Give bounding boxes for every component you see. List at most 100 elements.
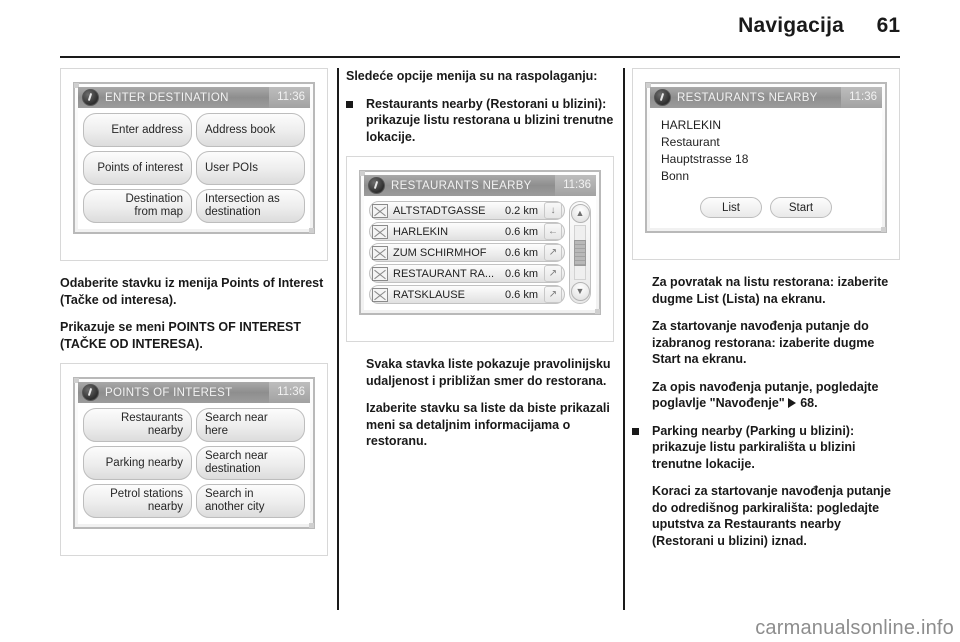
clock-display: 11:36 [841,87,882,108]
screen-title: ENTER DESTINATION [105,91,229,104]
menu-button-restaurants-nearby[interactable]: Restaurants nearby [83,408,192,442]
right-column: RESTAURANTS NEARBY 11:36 HARLEKIN Restau… [632,68,900,616]
device-frame: ENTER DESTINATION 11:36 Enter address Ad… [73,82,315,234]
menu-button-parking-nearby[interactable]: Parking nearby [83,446,192,480]
bullet-text: Parking nearby (Parking u blizini): prik… [652,423,856,471]
middle-bullet-restaurants-nearby: Restaurants nearby (Restorani u blizini)… [346,96,614,146]
middle-column: Sledeće opcije menija su na raspolaganju… [346,68,614,616]
watermark: carmanualsonline.info [755,617,954,639]
info-icon [82,384,99,401]
figure-restaurant-detail: RESTAURANTS NEARBY 11:36 HARLEKIN Restau… [632,68,900,260]
list-item-distance: 0.6 km [504,267,538,280]
table-row[interactable]: ZUM SCHIRMHOF 0.6 km ↗ [369,243,565,262]
table-row[interactable]: RESTAURANT RA... 0.6 km ↗ [369,264,565,283]
list-item-name: RESTAURANT RA... [393,267,495,280]
list-button[interactable]: List [700,197,762,218]
right-paragraph-2: Za startovanje navođenja putanje do izab… [652,319,875,366]
clock-display: 11:36 [555,175,596,196]
right-paragraph-3-text: Za opis navođenja putanje, pogledajte po… [652,379,879,411]
start-button[interactable]: Start [770,197,832,218]
right-paragraph-4: Koraci za startovanje navođenja putanje … [652,484,891,548]
list-item-name: ALTSTADTGASSE [393,204,486,217]
bullet-square-icon [632,423,652,473]
menu-button-petrol-stations-nearby[interactable]: Petrol stations nearby [83,484,192,518]
info-icon [368,177,385,194]
restaurant-icon [372,224,388,239]
device-frame: POINTS OF INTEREST 11:36 Restaurants nea… [73,377,315,529]
list-item-distance: 0.6 km [504,225,538,238]
left-column: ENTER DESTINATION 11:36 Enter address Ad… [60,68,328,616]
device-screen: Restaurants nearby Search near here Park… [78,403,310,524]
info-icon [82,89,99,106]
scrollbar-track[interactable] [574,225,586,280]
right-bullet-parking-nearby: Parking nearby (Parking u blizini): prik… [632,423,900,473]
figure-points-of-interest: POINTS OF INTEREST 11:36 Restaurants nea… [60,363,328,556]
left-paragraph-2: Prikazuje se meni POINTS OF INTEREST (TA… [60,320,302,351]
menu-button-address-book[interactable]: Address book [196,113,305,147]
middle-paragraph-3: Izaberite stavku sa liste da biste prika… [366,401,610,448]
clock-display: 11:36 [269,87,310,108]
scrollbar[interactable]: ▲ ▼ [569,201,591,304]
page-header: Navigacija 61 [60,14,900,38]
scrollbar-thumb[interactable] [574,239,586,267]
detail-line-name: HARLEKIN [661,118,722,132]
middle-paragraph-1: Sledeće opcije menija su na raspolaganju… [346,69,598,83]
figure-restaurants-nearby-list: RESTAURANTS NEARBY 11:36 ALTSTADTGASSE 0… [346,156,614,342]
restaurant-detail-info: HARLEKIN Restaurant Hauptstrasse 18 Bonn [655,113,877,187]
restaurant-icon [372,266,388,281]
detail-buttons: List Start [655,187,877,222]
direction-arrow-icon: ↗ [544,286,562,303]
menu-button-search-near-here[interactable]: Search near here [196,408,305,442]
screen-title: POINTS OF INTEREST [105,386,233,399]
menu-button-enter-address[interactable]: Enter address [83,113,192,147]
right-paragraph-1: Za povratak na listu restorana: izaberit… [652,275,889,306]
bullet-text: Restaurants nearby (Restorani u blizini)… [366,96,614,144]
screen-title: RESTAURANTS NEARBY [677,91,818,104]
list-item-name: HARLEKIN [393,225,449,238]
device-titlebar: RESTAURANTS NEARBY 11:36 [364,175,596,196]
restaurant-icon [372,287,388,302]
device-titlebar: RESTAURANTS NEARBY 11:36 [650,87,882,108]
table-row[interactable]: HARLEKIN 0.6 km ← [369,222,565,241]
menu-grid: Enter address Address book Points of int… [83,113,305,223]
list-item-name: RATSKLAUSE [393,288,465,301]
table-row[interactable]: RATSKLAUSE 0.6 km ↗ [369,285,565,304]
list-rows: ALTSTADTGASSE 0.2 km ↓ HARLEKIN 0.6 km ← [369,201,565,304]
column-gap-1 [328,68,346,616]
scroll-down-icon[interactable]: ▼ [570,282,590,301]
menu-button-points-of-interest[interactable]: Points of interest [83,151,192,185]
info-icon [654,89,671,106]
screen-title: RESTAURANTS NEARBY [391,179,532,192]
restaurant-list: ALTSTADTGASSE 0.2 km ↓ HARLEKIN 0.6 km ← [369,201,591,304]
device-titlebar: POINTS OF INTEREST 11:36 [78,382,310,403]
list-item-distance: 0.6 km [504,246,538,259]
list-item-name: ZUM SCHIRMHOF [393,246,487,259]
clock-display: 11:36 [269,382,310,403]
menu-button-search-in-another-city[interactable]: Search in another city [196,484,305,518]
device-titlebar: ENTER DESTINATION 11:36 [78,87,310,108]
menu-button-search-near-destination[interactable]: Search near destination [196,446,305,480]
content-columns: ENTER DESTINATION 11:36 Enter address Ad… [60,68,900,616]
menu-button-intersection-as-destination[interactable]: Intersection as destination [196,189,305,223]
device-screen: HARLEKIN Restaurant Hauptstrasse 18 Bonn… [650,108,882,228]
scroll-up-icon[interactable]: ▲ [570,204,590,223]
device-screen: ALTSTADTGASSE 0.2 km ↓ HARLEKIN 0.6 km ← [364,196,596,310]
list-item-distance: 0.2 km [504,204,538,217]
left-paragraph-1: Odaberite stavku iz menija Points of Int… [60,276,324,307]
figure-enter-destination: ENTER DESTINATION 11:36 Enter address Ad… [60,68,328,261]
direction-arrow-icon: ↗ [544,265,562,282]
menu-button-destination-from-map[interactable]: Destination from map [83,189,192,223]
menu-button-user-pois[interactable]: User POIs [196,151,305,185]
device-frame: RESTAURANTS NEARBY 11:36 HARLEKIN Restau… [645,82,887,233]
page-title: Navigacija [738,14,844,37]
list-item-distance: 0.6 km [504,288,538,301]
header-divider [60,56,900,58]
detail-line-category: Restaurant [661,135,720,149]
detail-line-street: Hauptstrasse 18 [661,152,749,166]
bullet-square-icon [346,96,366,146]
table-row[interactable]: ALTSTADTGASSE 0.2 km ↓ [369,201,565,220]
cross-reference-page: 68. [800,396,818,410]
direction-arrow-icon: ↗ [544,244,562,261]
device-screen: Enter address Address book Points of int… [78,108,310,229]
direction-arrow-icon: ↓ [544,202,562,219]
